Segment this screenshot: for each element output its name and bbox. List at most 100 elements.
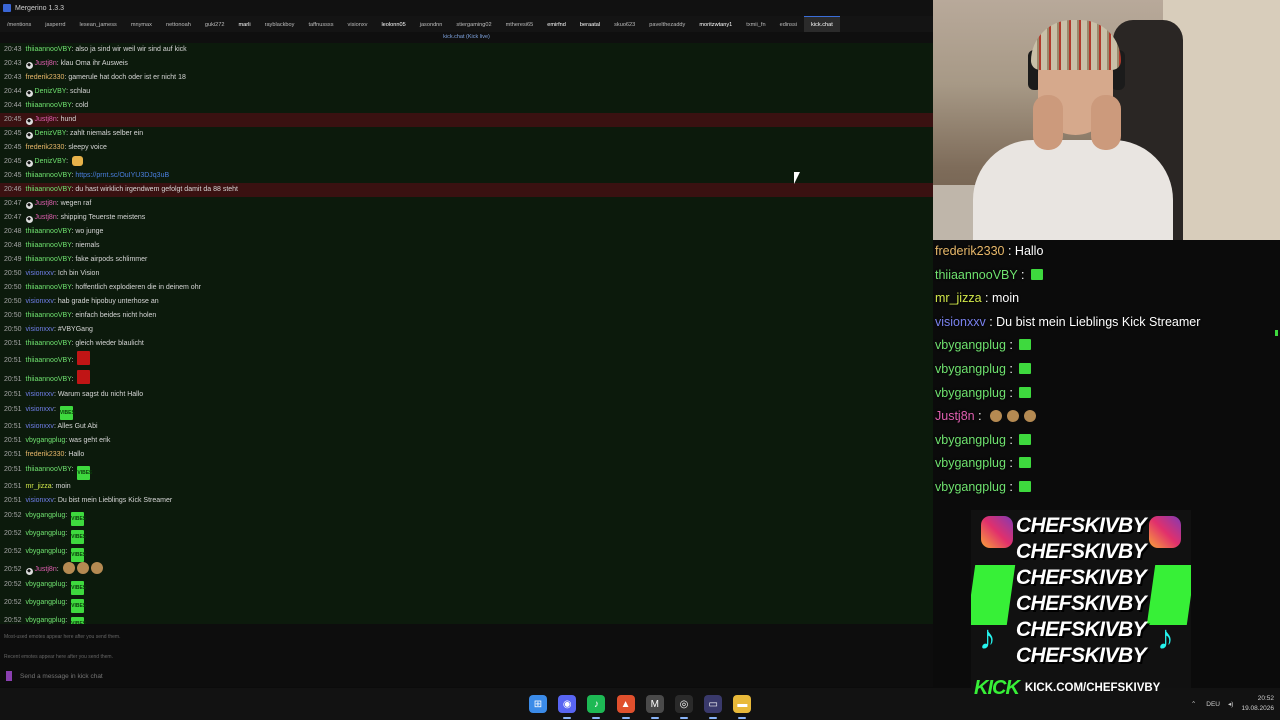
tab-edinssi[interactable]: edinssi [773, 16, 804, 32]
message-text: Du bist mein Lieblings Kick Streamer [57, 497, 173, 504]
message-username[interactable]: frederik2330 [26, 74, 65, 81]
tab-lesean-jamess[interactable]: lesean_jamess [72, 16, 123, 32]
overlay-chat-message: thiiaannooVBY : [933, 264, 1280, 288]
tab-skuo623[interactable]: skuo623 [607, 16, 642, 32]
tab-leolonn05[interactable]: leolonn05 [374, 16, 412, 32]
message-link[interactable]: https://prnt.sc/OuIYU3DJq3uB [75, 172, 169, 179]
tab-marli[interactable]: marli [231, 16, 257, 32]
message-username[interactable]: thiiaannooVBY [26, 284, 72, 291]
chat-message: 20:43 thiiaannooVBY: also ja sind wir wei… [0, 43, 933, 57]
message-username[interactable]: DenizVBY [35, 130, 67, 137]
message-text: fake airpods schlimmer [75, 256, 148, 263]
clock-date: 19.08.2026 [1241, 705, 1274, 712]
message-username[interactable]: vbygangplug [26, 530, 66, 537]
message-username[interactable]: thiiaannooVBY [26, 376, 72, 383]
message-timestamp: 20:48 [4, 228, 22, 235]
tab-beraatal[interactable]: beraatal [573, 16, 607, 32]
running-indicator [563, 717, 572, 719]
message-username[interactable]: thiiaannooVBY [26, 102, 72, 109]
message-timestamp: 20:52 [4, 617, 22, 624]
tab-taffnussss[interactable]: taffnussss [301, 16, 340, 32]
keyboard-language[interactable]: DEU [1206, 701, 1220, 708]
tray-chevron-icon[interactable]: ⌃ [1191, 700, 1196, 708]
message-username[interactable]: DenizVBY [35, 88, 67, 95]
tab-guki272[interactable]: guki272 [198, 16, 232, 32]
message-text: zahlt niemals selber ein [69, 130, 144, 137]
mergerino-icon[interactable]: M [645, 695, 664, 713]
message-username[interactable]: Justj8n [35, 60, 57, 67]
message-username[interactable]: visionxxv [26, 326, 54, 333]
vibes-emote-icon: VIBES [59, 406, 75, 420]
message-username[interactable]: thiiaannooVBY [26, 242, 72, 249]
tab-txmii-fn[interactable]: txmii_fn [739, 16, 772, 32]
message-username[interactable]: visionxxv [26, 406, 54, 413]
obs-icon[interactable]: ◎ [675, 695, 693, 713]
file-explorer-icon[interactable]: ▬ [733, 695, 752, 713]
message-username[interactable]: Justj8n [35, 200, 57, 207]
tab-nettonoah[interactable]: nettonoah [159, 16, 198, 32]
overlay-text: Hallo [1014, 244, 1044, 258]
message-username[interactable]: visionxxv [26, 270, 54, 277]
message-username[interactable]: visionxxv [26, 497, 54, 504]
tab-mtheresi65[interactable]: mtheresi65 [499, 16, 541, 32]
message-username[interactable]: visionxxv [26, 423, 54, 430]
discord-icon[interactable]: ◉ [558, 695, 577, 713]
message-username[interactable]: thiiaannooVBY [26, 228, 72, 235]
spotify-icon[interactable]: ♪ [587, 695, 606, 713]
message-username[interactable]: thiiaannooVBY [26, 357, 72, 364]
message-username[interactable]: vbygangplug [26, 437, 66, 444]
message-username[interactable]: vbygangplug [26, 548, 66, 555]
message-username[interactable]: thiiaannooVBY [26, 186, 72, 193]
message-username[interactable]: DenizVBY [35, 158, 67, 165]
chat-log[interactable]: 20:43 thiiaannooVBY: also ja sind wir wei… [0, 43, 933, 624]
overlay-separator: : [974, 409, 986, 424]
message-username[interactable]: frederik2330 [26, 144, 65, 151]
tab-kick-chat[interactable]: kick.chat [804, 16, 840, 32]
message-username[interactable]: thiiaannooVBY [26, 256, 72, 263]
window-title: Mergerino 1.3.3 [15, 4, 65, 12]
instagram-icon [1149, 516, 1181, 548]
windows-start-icon[interactable]: ⊞ [529, 695, 547, 713]
tiktok-icon: ♪ [1157, 619, 1174, 657]
volume-icon[interactable]: ◂) [1228, 700, 1233, 708]
message-username[interactable]: vbygangplug [26, 581, 66, 588]
message-username[interactable]: visionxxv [26, 298, 54, 305]
tab--mentions[interactable]: /mentions [0, 16, 38, 32]
message-username[interactable]: mr_jizza [26, 483, 52, 490]
message-input[interactable] [18, 671, 622, 681]
message-username[interactable]: Justj8n [35, 116, 57, 123]
message-username[interactable]: thiiaannooVBY [26, 312, 72, 319]
tab-emirfnd[interactable]: emirfnd [540, 16, 573, 32]
message-timestamp: 20:43 [4, 74, 22, 81]
message-timestamp: 20:52 [4, 530, 22, 537]
message-username[interactable]: vbygangplug [26, 512, 66, 519]
chat-message: 20:52 ◆ Justj8n: [0, 562, 933, 577]
tab-mnymax[interactable]: mnymax [124, 16, 159, 32]
dog-emote-icon [90, 562, 103, 574]
tab-moritzwtany1[interactable]: moritzwtany1 [692, 16, 739, 32]
message-username[interactable]: thiiaannooVBY [26, 172, 72, 179]
vibes-emote-icon: VIBES [77, 466, 92, 480]
tab-pavelthezaddy[interactable]: pavelthezaddy [642, 16, 692, 32]
tab-rayblackboy[interactable]: rayblackboy [258, 16, 302, 32]
message-timestamp: 20:50 [4, 284, 22, 291]
tab-visionxv[interactable]: visionxv [341, 16, 375, 32]
brave-icon[interactable]: ▲ [616, 695, 635, 713]
message-username[interactable]: vbygangplug [26, 617, 66, 624]
chat-message: 20:52 vbygangplug: VIBES [0, 595, 933, 613]
message-text: cold [75, 102, 89, 109]
clock[interactable]: 20:52 19.08.2026 [1241, 694, 1274, 714]
message-timestamp: 20:51 [4, 357, 22, 364]
tab-stiergaming02[interactable]: stiergaming02 [449, 16, 498, 32]
message-username[interactable]: visionxxv [26, 391, 54, 398]
message-username[interactable]: thiiaannooVBY [26, 340, 72, 347]
message-username[interactable]: Justj8n [35, 566, 57, 573]
tab-jasperrd[interactable]: jasperrd [38, 16, 72, 32]
message-username[interactable]: thiiaannooVBY [26, 466, 72, 473]
chat-app-icon[interactable]: ▭ [704, 695, 723, 713]
message-username[interactable]: thiiaannooVBY [26, 46, 72, 53]
message-username[interactable]: Justj8n [35, 214, 57, 221]
tab-jasondnn[interactable]: jasondnn [413, 16, 450, 32]
message-username[interactable]: frederik2330 [26, 451, 65, 458]
message-username[interactable]: vbygangplug [26, 599, 66, 606]
